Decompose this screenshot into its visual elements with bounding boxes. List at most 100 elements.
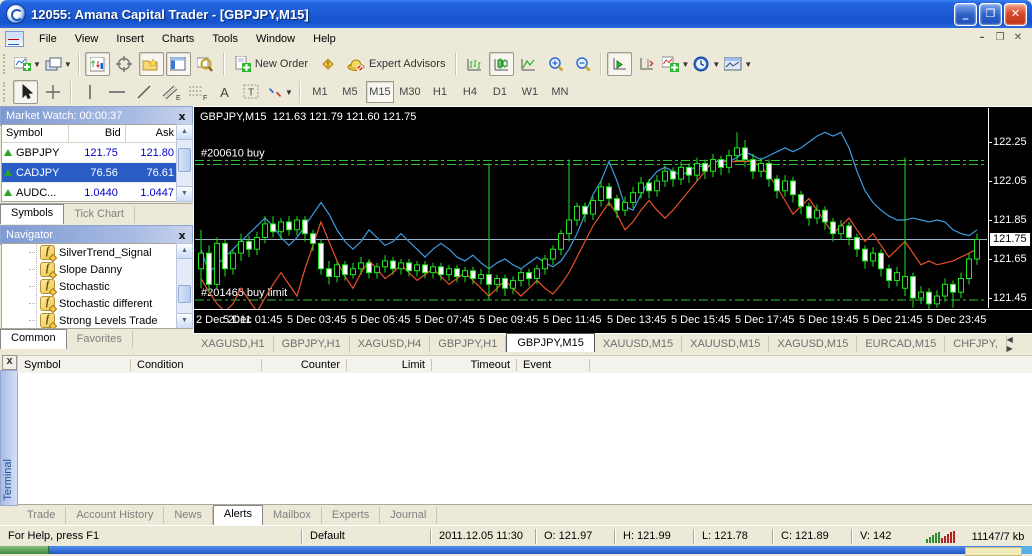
chart-window[interactable]: #200610 buy#201465 buy limit GBPJPY,M15 … [193, 106, 1032, 334]
close-icon[interactable]: x [175, 110, 189, 123]
timeframe-d1[interactable]: D1 [486, 81, 514, 103]
menu-view[interactable]: View [66, 30, 108, 48]
scroll-down-icon[interactable]: ▼ [177, 186, 192, 201]
tab-common[interactable]: Common [0, 329, 67, 349]
market-watch-button[interactable] [85, 52, 110, 76]
timeframe-h4[interactable]: H4 [456, 81, 484, 103]
time-axis[interactable]: 2 Dec 20115 Dec 01:455 Dec 03:455 Dec 05… [194, 309, 1032, 332]
menu-window[interactable]: Window [247, 30, 304, 48]
terminal-button[interactable] [166, 52, 191, 76]
price-chart[interactable]: #200610 buy#201465 buy limit [195, 108, 987, 309]
market-watch-row[interactable]: AUDC...1.04401.0447 [2, 183, 178, 203]
restore-button[interactable]: ❐ [979, 3, 1002, 26]
vertical-line-button[interactable] [77, 80, 102, 104]
column-event[interactable]: Event [517, 359, 590, 371]
bar-chart-button[interactable] [462, 52, 487, 76]
timeframe-m30[interactable]: M30 [396, 81, 424, 103]
trendline-button[interactable] [131, 80, 156, 104]
data-window-button[interactable] [112, 52, 137, 76]
chart-tab-xagusd-h1[interactable]: XAGUSD,H1 [193, 336, 274, 353]
arrows-button[interactable]: ▼ [266, 80, 294, 104]
column-limit[interactable]: Limit [347, 359, 432, 371]
close-button[interactable]: ✕ [1004, 3, 1027, 26]
crosshair-button[interactable] [40, 80, 65, 104]
terminal-tab-alerts[interactable]: Alerts [213, 505, 263, 525]
chart-tab-xauusd-m15[interactable]: XAUUSD,M15 [682, 336, 769, 353]
column-counter[interactable]: Counter [262, 359, 347, 371]
close-icon[interactable]: x [175, 229, 189, 242]
timeframe-m5[interactable]: M5 [336, 81, 364, 103]
chart-tab-xauusd-m15[interactable]: XAUUSD,M15 [595, 336, 682, 353]
timeframe-m15[interactable]: M15 [366, 81, 394, 103]
line-chart-button[interactable] [516, 52, 541, 76]
chart-tab-gbpjpy-m15[interactable]: GBPJPY,M15 [506, 333, 594, 353]
text-label-button[interactable]: T [239, 80, 264, 104]
navigator-item[interactable]: fStochastic [2, 278, 178, 295]
column-ask[interactable]: Ask [126, 125, 178, 142]
strategy-tester-button[interactable] [193, 52, 218, 76]
timeframe-h1[interactable]: H1 [426, 81, 454, 103]
indicators-button[interactable]: ▼ [661, 52, 690, 76]
column-symbol[interactable]: Symbol [18, 359, 131, 371]
chart-tab-chfjpy-[interactable]: CHFJPY, [945, 336, 1006, 353]
terminal-tab-journal[interactable]: Journal [380, 507, 437, 524]
terminal-tab-trade[interactable]: Trade [17, 507, 66, 524]
column-symbol[interactable]: Symbol [2, 125, 69, 142]
start-button-fragment[interactable] [0, 546, 49, 554]
templates-button[interactable]: ▼ [723, 52, 753, 76]
taskbar-button-fragment[interactable] [965, 547, 1022, 556]
navigator-button[interactable] [139, 52, 164, 76]
timeframe-m1[interactable]: M1 [306, 81, 334, 103]
menu-file[interactable]: File [30, 30, 66, 48]
periods-button[interactable]: ▼ [692, 52, 721, 76]
cursor-button[interactable] [13, 80, 38, 104]
mdi-close-button[interactable]: ✕ [1010, 32, 1026, 46]
navigator-item[interactable]: fStochastic different [2, 295, 178, 312]
menu-insert[interactable]: Insert [107, 30, 153, 48]
column-bid[interactable]: Bid [69, 125, 126, 142]
toolbar-grip[interactable] [3, 54, 8, 74]
tab-scroll-arrows[interactable]: ◀ ▶ [1007, 335, 1028, 353]
menu-tools[interactable]: Tools [203, 30, 247, 48]
navigator-item[interactable]: fSilverTrend_Signal [2, 244, 178, 261]
chart-tab-xagusd-m15[interactable]: XAGUSD,M15 [769, 336, 857, 353]
terminal-tab-experts[interactable]: Experts [322, 507, 380, 524]
alert-button[interactable]: ! [315, 52, 340, 76]
column-condition[interactable]: Condition [131, 359, 262, 371]
scroll-down-icon[interactable]: ▼ [177, 313, 192, 328]
price-axis[interactable]: 122.25122.05121.85121.65121.45121.75 [988, 108, 1032, 308]
status-profile[interactable]: Default [302, 529, 431, 544]
navigator-item[interactable]: fSlope Danny [2, 261, 178, 278]
menu-help[interactable]: Help [304, 30, 345, 48]
new-order-button[interactable]: New Order [230, 52, 313, 76]
mdi-minimize-button[interactable]: – [974, 32, 990, 46]
tab-favorites[interactable]: Favorites [67, 331, 133, 348]
scroll-up-icon[interactable]: ▲ [177, 244, 192, 259]
navigator-scrollbar[interactable]: ▲ ▼ [176, 243, 193, 329]
timeframe-mn[interactable]: MN [546, 81, 574, 103]
market-watch-row[interactable]: GBPJPY121.75121.80 [2, 143, 178, 163]
chart-shift-button[interactable] [634, 52, 659, 76]
mdi-restore-button[interactable]: ❐ [992, 32, 1008, 46]
column-timeout[interactable]: Timeout [432, 359, 517, 371]
zoom-out-button[interactable] [570, 52, 595, 76]
navigator-item[interactable]: fStrong Levels Trade [2, 312, 178, 329]
menu-charts[interactable]: Charts [153, 30, 203, 48]
new-chart-button[interactable]: ▼ [13, 52, 42, 76]
tab-symbols[interactable]: Symbols [0, 204, 64, 224]
chart-tab-gbpjpy-h1[interactable]: GBPJPY,H1 [430, 336, 506, 353]
alerts-list-area[interactable] [17, 373, 1032, 505]
scrollbar-thumb[interactable] [178, 148, 191, 172]
chart-tab-eurcad-m15[interactable]: EURCAD,M15 [857, 336, 945, 353]
zoom-in-button[interactable] [543, 52, 568, 76]
scrollbar-thumb[interactable] [178, 285, 191, 303]
close-icon[interactable]: x [2, 355, 17, 370]
horizontal-line-button[interactable] [104, 80, 129, 104]
terminal-tab-news[interactable]: News [164, 507, 213, 524]
toolbar-grip[interactable] [3, 82, 8, 102]
timeframe-w1[interactable]: W1 [516, 81, 544, 103]
scroll-up-icon[interactable]: ▲ [177, 125, 192, 140]
chart-tab-gbpjpy-h1[interactable]: GBPJPY,H1 [274, 336, 350, 353]
market-watch-scrollbar[interactable]: ▲ ▼ [176, 124, 193, 202]
minimize-button[interactable]: _ [954, 3, 977, 26]
